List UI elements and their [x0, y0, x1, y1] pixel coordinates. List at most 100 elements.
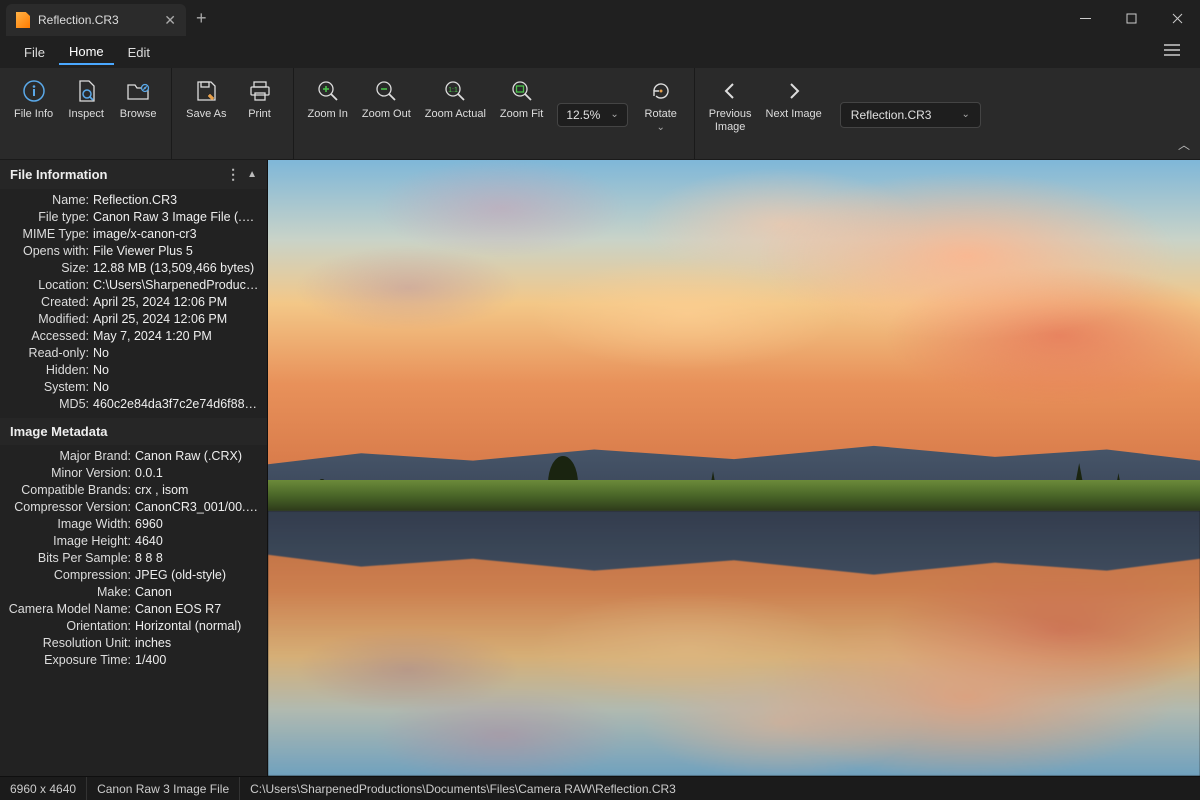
print-button[interactable]: Print — [235, 74, 285, 125]
property-row: Camera Model Name:Canon EOS R7 — [8, 600, 259, 617]
menubar: File Home Edit — [0, 36, 1200, 68]
property-row: Major Brand:Canon Raw (.CRX) — [8, 447, 259, 464]
property-value: File Viewer Plus 5 — [93, 244, 259, 258]
save-icon — [193, 78, 219, 104]
property-key: Created: — [8, 295, 93, 309]
browse-button[interactable]: Browse — [113, 74, 163, 125]
property-key: Size: — [8, 261, 93, 275]
rotate-icon — [648, 78, 674, 104]
image-viewer[interactable] — [268, 160, 1200, 776]
property-value: crx , isom — [135, 483, 259, 497]
property-key: Name: — [8, 193, 93, 207]
next-image-button[interactable]: Next Image — [760, 74, 828, 125]
status-bar: 6960 x 4640 Canon Raw 3 Image File C:\Us… — [0, 776, 1200, 800]
file-dropdown[interactable]: Reflection.CR3 ⌄ — [840, 102, 981, 128]
property-value: Canon EOS R7 — [135, 602, 259, 616]
tab-title: Reflection.CR3 — [38, 13, 156, 27]
property-key: Image Height: — [8, 534, 135, 548]
maximize-button[interactable] — [1108, 0, 1154, 36]
titlebar: Reflection.CR3 ✕ + — [0, 0, 1200, 36]
add-tab-button[interactable]: + — [196, 8, 207, 29]
minimize-button[interactable] — [1062, 0, 1108, 36]
property-value: Canon Raw 3 Image File (.cr3) — [93, 210, 259, 224]
property-value: inches — [135, 636, 259, 650]
property-key: Bits Per Sample: — [8, 551, 135, 565]
folder-icon — [125, 78, 151, 104]
file-info-button[interactable]: File Info — [8, 74, 59, 125]
property-row: MIME Type:image/x-canon-cr3 — [8, 225, 259, 242]
zoom-out-button[interactable]: Zoom Out — [356, 74, 417, 125]
zoom-level-value: 12.5% — [566, 108, 600, 122]
save-as-button[interactable]: Save As — [180, 74, 232, 125]
property-row: Orientation:Horizontal (normal) — [8, 617, 259, 634]
chevron-down-icon: ⌄ — [610, 109, 618, 120]
zoom-fit-button[interactable]: Zoom Fit — [494, 74, 549, 125]
inspect-button[interactable]: Inspect — [61, 74, 111, 125]
property-value: C:\Users\SharpenedProduct... — [93, 278, 259, 292]
property-value: 460c2e84da3f7c2e74d6f88d... — [93, 397, 259, 411]
property-row: Minor Version:0.0.1 — [8, 464, 259, 481]
property-key: MD5: — [8, 397, 93, 411]
more-options-icon[interactable]: ⋮ — [226, 166, 241, 183]
panel-title: File Information — [10, 167, 108, 182]
zoom-in-button[interactable]: Zoom In — [302, 74, 354, 125]
property-row: Modified:April 25, 2024 12:06 PM — [8, 310, 259, 327]
property-row: Accessed:May 7, 2024 1:20 PM — [8, 327, 259, 344]
collapse-panel-icon[interactable]: ▲ — [247, 169, 257, 180]
status-filetype: Canon Raw 3 Image File — [87, 777, 240, 800]
chevron-down-icon: ⌄ — [657, 122, 665, 133]
chevron-down-icon: ⌄ — [961, 109, 969, 120]
property-row: Compatible Brands:crx , isom — [8, 481, 259, 498]
property-row: Created:April 25, 2024 12:06 PM — [8, 293, 259, 310]
property-value: April 25, 2024 12:06 PM — [93, 295, 259, 309]
property-key: Compatible Brands: — [8, 483, 135, 497]
property-value: April 25, 2024 12:06 PM — [93, 312, 259, 326]
chevron-right-icon — [781, 78, 807, 104]
hamburger-menu-icon[interactable] — [1158, 37, 1186, 68]
collapse-ribbon-button[interactable]: ︿ — [1178, 136, 1190, 153]
property-value: May 7, 2024 1:20 PM — [93, 329, 259, 343]
property-value: 6960 — [135, 517, 259, 531]
zoom-level-dropdown[interactable]: 12.5% ⌄ — [557, 103, 627, 127]
property-key: Major Brand: — [8, 449, 135, 463]
property-value: No — [93, 363, 259, 377]
property-value: 12.88 MB (13,509,466 bytes) — [93, 261, 259, 275]
property-value: 4640 — [135, 534, 259, 548]
property-value: Canon Raw (.CRX) — [135, 449, 259, 463]
photo-preview — [268, 160, 1200, 776]
menu-home[interactable]: Home — [59, 40, 114, 65]
file-info-list: Name:Reflection.CR3File type:Canon Raw 3… — [0, 189, 267, 418]
property-key: Hidden: — [8, 363, 93, 377]
close-tab-icon[interactable]: ✕ — [164, 12, 176, 29]
property-key: Accessed: — [8, 329, 93, 343]
property-value: 0.0.1 — [135, 466, 259, 480]
previous-image-button[interactable]: Previous Image — [703, 74, 758, 138]
print-icon — [247, 78, 273, 104]
menu-file[interactable]: File — [14, 41, 55, 64]
metadata-panel-header: Image Metadata — [0, 418, 267, 445]
window-controls — [1062, 0, 1200, 36]
property-key: Make: — [8, 585, 135, 599]
property-value: 1/400 — [135, 653, 259, 667]
zoom-out-icon — [373, 78, 399, 104]
property-key: MIME Type: — [8, 227, 93, 241]
property-row: Compressor Version:CanonCR3_001/00.1... — [8, 498, 259, 515]
ribbon-toolbar: File Info Inspect Browse Save As Print Z… — [0, 68, 1200, 160]
property-row: Image Height:4640 — [8, 532, 259, 549]
metadata-list: Major Brand:Canon Raw (.CRX)Minor Versio… — [0, 445, 267, 674]
property-value: Canon — [135, 585, 259, 599]
property-row: Size:12.88 MB (13,509,466 bytes) — [8, 259, 259, 276]
document-tab[interactable]: Reflection.CR3 ✕ — [6, 4, 186, 36]
zoom-actual-button[interactable]: 1:1 Zoom Actual — [419, 74, 492, 125]
main-area: File Information ⋮ ▲ Name:Reflection.CR3… — [0, 160, 1200, 776]
sidebar: File Information ⋮ ▲ Name:Reflection.CR3… — [0, 160, 268, 776]
rotate-button[interactable]: Rotate⌄ — [636, 74, 686, 138]
property-row: Image Width:6960 — [8, 515, 259, 532]
property-row: Name:Reflection.CR3 — [8, 191, 259, 208]
close-window-button[interactable] — [1154, 0, 1200, 36]
menu-edit[interactable]: Edit — [118, 41, 160, 64]
status-dimensions: 6960 x 4640 — [0, 777, 87, 800]
chevron-left-icon — [717, 78, 743, 104]
zoom-actual-icon: 1:1 — [442, 78, 468, 104]
property-row: Read-only:No — [8, 344, 259, 361]
